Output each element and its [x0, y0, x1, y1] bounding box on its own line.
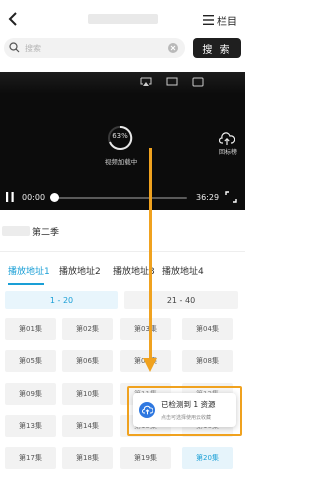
show-name-redacted [2, 226, 30, 236]
annotation-arrow-head [143, 358, 157, 372]
tab-source-2[interactable]: 播放地址2 [59, 264, 101, 277]
loading-text: 视频加载中 [104, 158, 138, 166]
toast-title: 已检测到 1 资源 [161, 400, 216, 409]
player-top-icons [140, 77, 204, 87]
episode-button[interactable]: 第03集 [120, 318, 171, 340]
episode-button[interactable]: 第06集 [62, 350, 113, 372]
pause-icon[interactable] [5, 191, 15, 203]
player-top-strip [0, 72, 245, 94]
search-icon [9, 42, 20, 53]
page-title-redacted [88, 14, 158, 24]
clear-icon[interactable] [168, 43, 178, 53]
airplay-icon[interactable] [140, 77, 152, 87]
menu-button[interactable]: 栏目 [203, 12, 237, 28]
episode-button[interactable]: 第08集 [182, 350, 233, 372]
episode-button[interactable]: 第13集 [5, 415, 56, 437]
fullscreen-icon[interactable] [224, 190, 238, 204]
episode-button[interactable]: 第10集 [62, 383, 113, 405]
episode-button[interactable]: 第09集 [5, 383, 56, 405]
episode-button[interactable]: 第14集 [62, 415, 113, 437]
range-21-40[interactable]: 21 - 40 [124, 291, 238, 309]
progress-thumb[interactable] [50, 193, 59, 202]
show-title: 第二季 [0, 224, 59, 238]
toast-subtitle: 点击可选择使用云收藏 [161, 415, 212, 421]
resource-toast[interactable]: 已检测到 1 资源 点击可选择使用云收藏 [133, 393, 236, 427]
cloud-label: 回标榜 [218, 149, 237, 156]
tab-source-1[interactable]: 播放地址1 [8, 264, 50, 277]
range-1-20[interactable]: 1 - 20 [5, 291, 118, 309]
episode-button[interactable]: 第20集 [182, 447, 233, 469]
episode-button[interactable]: 第19集 [120, 447, 171, 469]
episode-button[interactable]: 第05集 [5, 350, 56, 372]
episode-button[interactable]: 第02集 [62, 318, 113, 340]
current-time: 00:00 [22, 193, 46, 202]
tab-underline [8, 283, 44, 285]
tv-icon[interactable] [166, 77, 178, 87]
search-button[interactable]: 搜 索 [193, 38, 241, 58]
show-season: 第二季 [32, 227, 60, 238]
search-row: 搜 索 [0, 38, 245, 60]
progress-bar[interactable] [52, 197, 187, 199]
tab-source-4[interactable]: 播放地址4 [162, 264, 204, 277]
annotation-arrow [149, 148, 152, 368]
cloud-upload-icon[interactable] [219, 132, 235, 146]
search-input[interactable] [25, 41, 165, 55]
episode-button[interactable]: 第18集 [62, 447, 113, 469]
cloud-upload-icon [139, 402, 155, 418]
more-icon[interactable] [192, 77, 204, 87]
top-bar: 栏目 [0, 0, 245, 38]
hamburger-icon [203, 15, 214, 25]
divider [0, 251, 245, 252]
loading-percent: 63% [112, 132, 128, 140]
menu-label: 栏目 [217, 16, 237, 28]
source-tabs: 播放地址1 播放地址2 播放地址3 播放地址4 [0, 262, 245, 288]
episode-button[interactable]: 第01集 [5, 318, 56, 340]
total-time: 36:29 [196, 193, 220, 202]
search-box[interactable] [4, 38, 185, 58]
video-player[interactable]: 63% 视频加载中 回标榜 00:00 36:29 [0, 72, 245, 210]
episode-button[interactable]: 第17集 [5, 447, 56, 469]
episode-button[interactable]: 第04集 [182, 318, 233, 340]
back-icon[interactable] [6, 10, 20, 28]
